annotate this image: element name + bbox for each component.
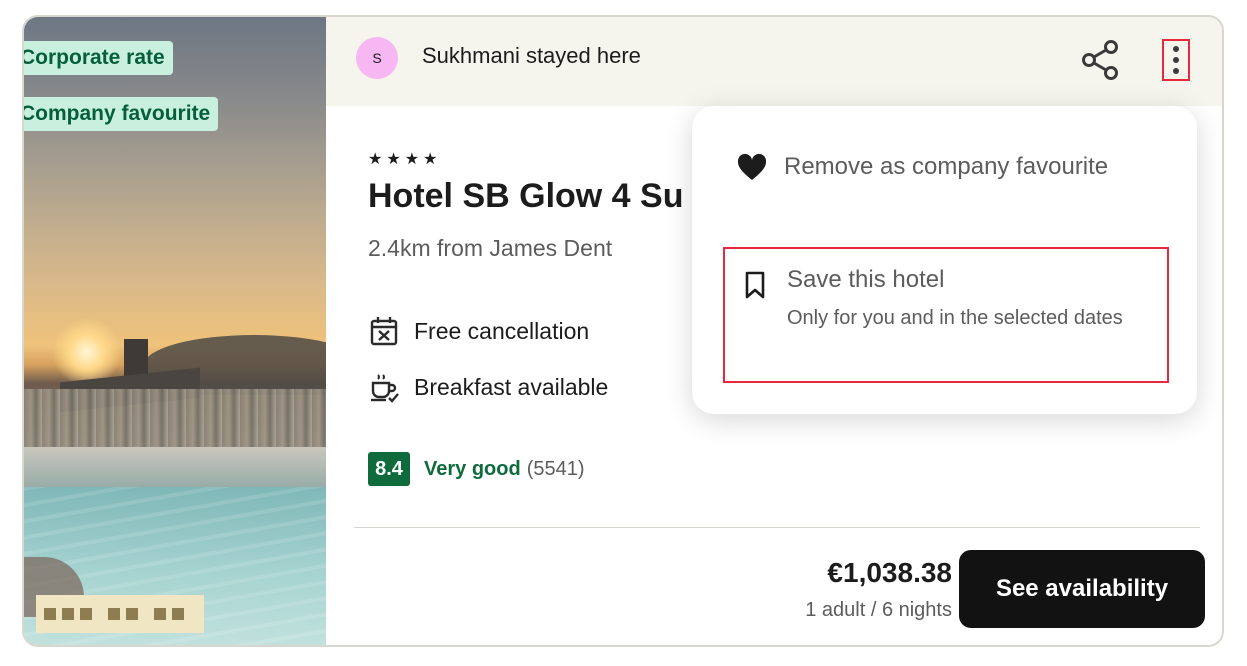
menu-item-label: Save this hotel: [787, 266, 945, 293]
coffee-cup-icon: [371, 374, 399, 403]
hotel-name[interactable]: Hotel SB Glow 4 Su: [368, 177, 683, 216]
hotel-distance: 2.4km from James Dent: [368, 235, 613, 261]
review-count: (5541): [526, 457, 585, 480]
see-availability-button[interactable]: See availability: [959, 550, 1205, 628]
rating-label: Very good: [424, 457, 521, 480]
amenity-breakfast: Breakfast available: [368, 371, 608, 403]
options-menu: Remove as company favourite Save this ho…: [692, 106, 1197, 414]
star-rating: ★★★★: [368, 149, 442, 168]
menu-item-label: Remove as company favourite: [784, 153, 1109, 180]
bookmark-icon: [745, 271, 765, 299]
photo-city: [24, 389, 326, 449]
heart-icon: [737, 153, 767, 180]
price-detail: 1 adult / 6 nights: [805, 599, 952, 621]
menu-item-remove-favourite[interactable]: Remove as company favourite: [736, 146, 1166, 188]
menu-item-save-hotel[interactable]: Save this hotel Only for you and in the …: [723, 247, 1169, 383]
amenity-label: Breakfast available: [414, 373, 609, 400]
rating-score: 8.4: [368, 452, 410, 486]
divider: [354, 527, 1200, 528]
amenity-free-cancellation: Free cancellation: [368, 315, 589, 347]
menu-item-sublabel: Only for you and in the selected dates: [787, 307, 1123, 329]
company-favourite-badge: Company favourite: [24, 97, 219, 131]
redacted-label: [36, 595, 204, 633]
total-price: €1,038.38: [827, 557, 952, 588]
calendar-x-icon: [370, 317, 398, 346]
review-rating[interactable]: 8.4 Very good (5541): [368, 452, 585, 486]
amenity-label: Free cancellation: [414, 317, 590, 344]
corporate-rate-badge: Corporate rate: [24, 41, 173, 75]
